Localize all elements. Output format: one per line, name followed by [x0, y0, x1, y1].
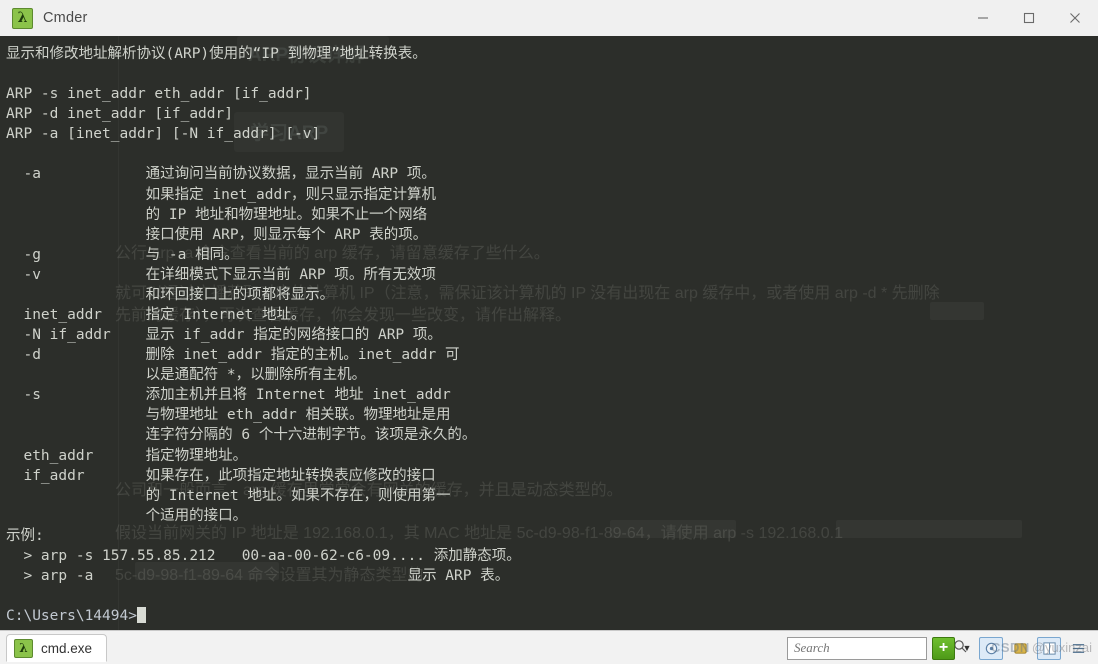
- title-bar: λ Cmder: [0, 0, 1098, 37]
- terminal-surface[interactable]: ARP协议详解 学习ARP 公行 arp -a 命令查看当前的 arp 缓存，请…: [0, 36, 1098, 630]
- terminal-text: 显示和修改地址解析协议(ARP)使用的“IP 到物理”地址转换表。 ARP -s…: [0, 36, 1098, 626]
- lambda-icon: λ: [12, 7, 33, 29]
- terminal-line: > arp -a 显示 ARP 表。: [6, 568, 510, 585]
- terminal-line: eth_addr 指定物理地址。: [6, 447, 248, 464]
- chevron-down-icon[interactable]: ▼: [960, 638, 974, 659]
- terminal-line: 个适用的接口。: [6, 507, 248, 524]
- terminal-line: > arp -s 157.55.85.212 00-aa-00-62-c6-09…: [6, 547, 521, 564]
- lambda-icon: λ: [14, 638, 33, 658]
- terminal-line: 如果指定 inet_addr，则只显示指定计算机: [6, 186, 436, 203]
- terminal-line: -d 删除 inet_addr 指定的主机。inet_addr 可: [6, 347, 460, 364]
- console-tab-cmd[interactable]: λ cmd.exe: [6, 634, 108, 662]
- status-bar: λ cmd.exe + ▼: [0, 630, 1098, 664]
- prompt-path: C:\Users\14494>: [6, 608, 137, 625]
- menu-icon[interactable]: [1066, 637, 1090, 660]
- console-tab-label: cmd.exe: [41, 640, 93, 656]
- terminal-line: 与物理地址 eth_addr 相关联。物理地址是用: [6, 407, 451, 424]
- terminal-line: if_addr 如果存在，此项指定地址转换表应修改的接口: [6, 467, 436, 484]
- terminal-line: 示例:: [6, 527, 44, 544]
- app-window: λ Cmder ARP协议详解 学习ARP 公行 arp -a 命令查看当前的 …: [0, 0, 1098, 664]
- new-console-button[interactable]: +: [932, 636, 955, 660]
- terminal-line: -N if_addr 显示 if_addr 指定的网络接口的 ARP 项。: [6, 327, 442, 344]
- layout-icon[interactable]: [1037, 636, 1061, 660]
- terminal-line: 和环回接口上的项都将显示。: [6, 286, 335, 303]
- terminal-line: ARP -s inet_addr eth_addr [if_addr]: [6, 86, 312, 103]
- search-input[interactable]: [792, 638, 953, 658]
- terminal-line: ARP -a [inet_addr] [-N if_addr] [-v]: [6, 126, 321, 143]
- terminal-line: -a 通过询问当前协议数据，显示当前 ARP 项。: [6, 166, 436, 183]
- search-box[interactable]: [787, 636, 967, 660]
- terminal-line: 以是通配符 *，以删除所有主机。: [6, 367, 367, 384]
- status-bar-tools: + ▼: [787, 636, 1098, 660]
- settings-icon[interactable]: [979, 636, 1003, 660]
- help-icon[interactable]: [1008, 637, 1032, 660]
- terminal-line: inet_addr 指定 Internet 地址。: [6, 307, 306, 324]
- window-title: Cmder: [43, 10, 88, 26]
- close-icon[interactable]: [1052, 1, 1098, 36]
- terminal-line: -s 添加主机并且将 Internet 地址 inet_addr: [6, 387, 451, 404]
- terminal-line: -v 在详细模式下显示当前 ARP 项。所有无效项: [6, 266, 436, 283]
- terminal-line: 的 Internet 地址。如果不存在，则使用第一: [6, 487, 451, 504]
- terminal-line: 连字符分隔的 6 个十六进制字节。该项是永久的。: [6, 427, 477, 444]
- minimize-icon[interactable]: [960, 1, 1006, 36]
- terminal-line: 显示和修改地址解析协议(ARP)使用的“IP 到物理”地址转换表。: [6, 46, 427, 62]
- block-cursor: [136, 607, 146, 624]
- terminal-line: -g 与 -a 相同。: [6, 246, 239, 263]
- cmder-window-screenshot: λ Cmder ARP协议详解 学习ARP 公行 arp -a 命令查看当前的 …: [0, 0, 1098, 664]
- terminal-line: 的 IP 地址和物理地址。如果不止一个网络: [6, 206, 428, 223]
- terminal-line: ARP -d inet_addr [if_addr]: [6, 106, 233, 123]
- maximize-icon[interactable]: [1006, 1, 1052, 36]
- terminal-prompt-line: C:\Users\14494>: [6, 606, 1098, 626]
- terminal-line: 接口使用 ARP，则显示每个 ARP 表的项。: [6, 226, 428, 243]
